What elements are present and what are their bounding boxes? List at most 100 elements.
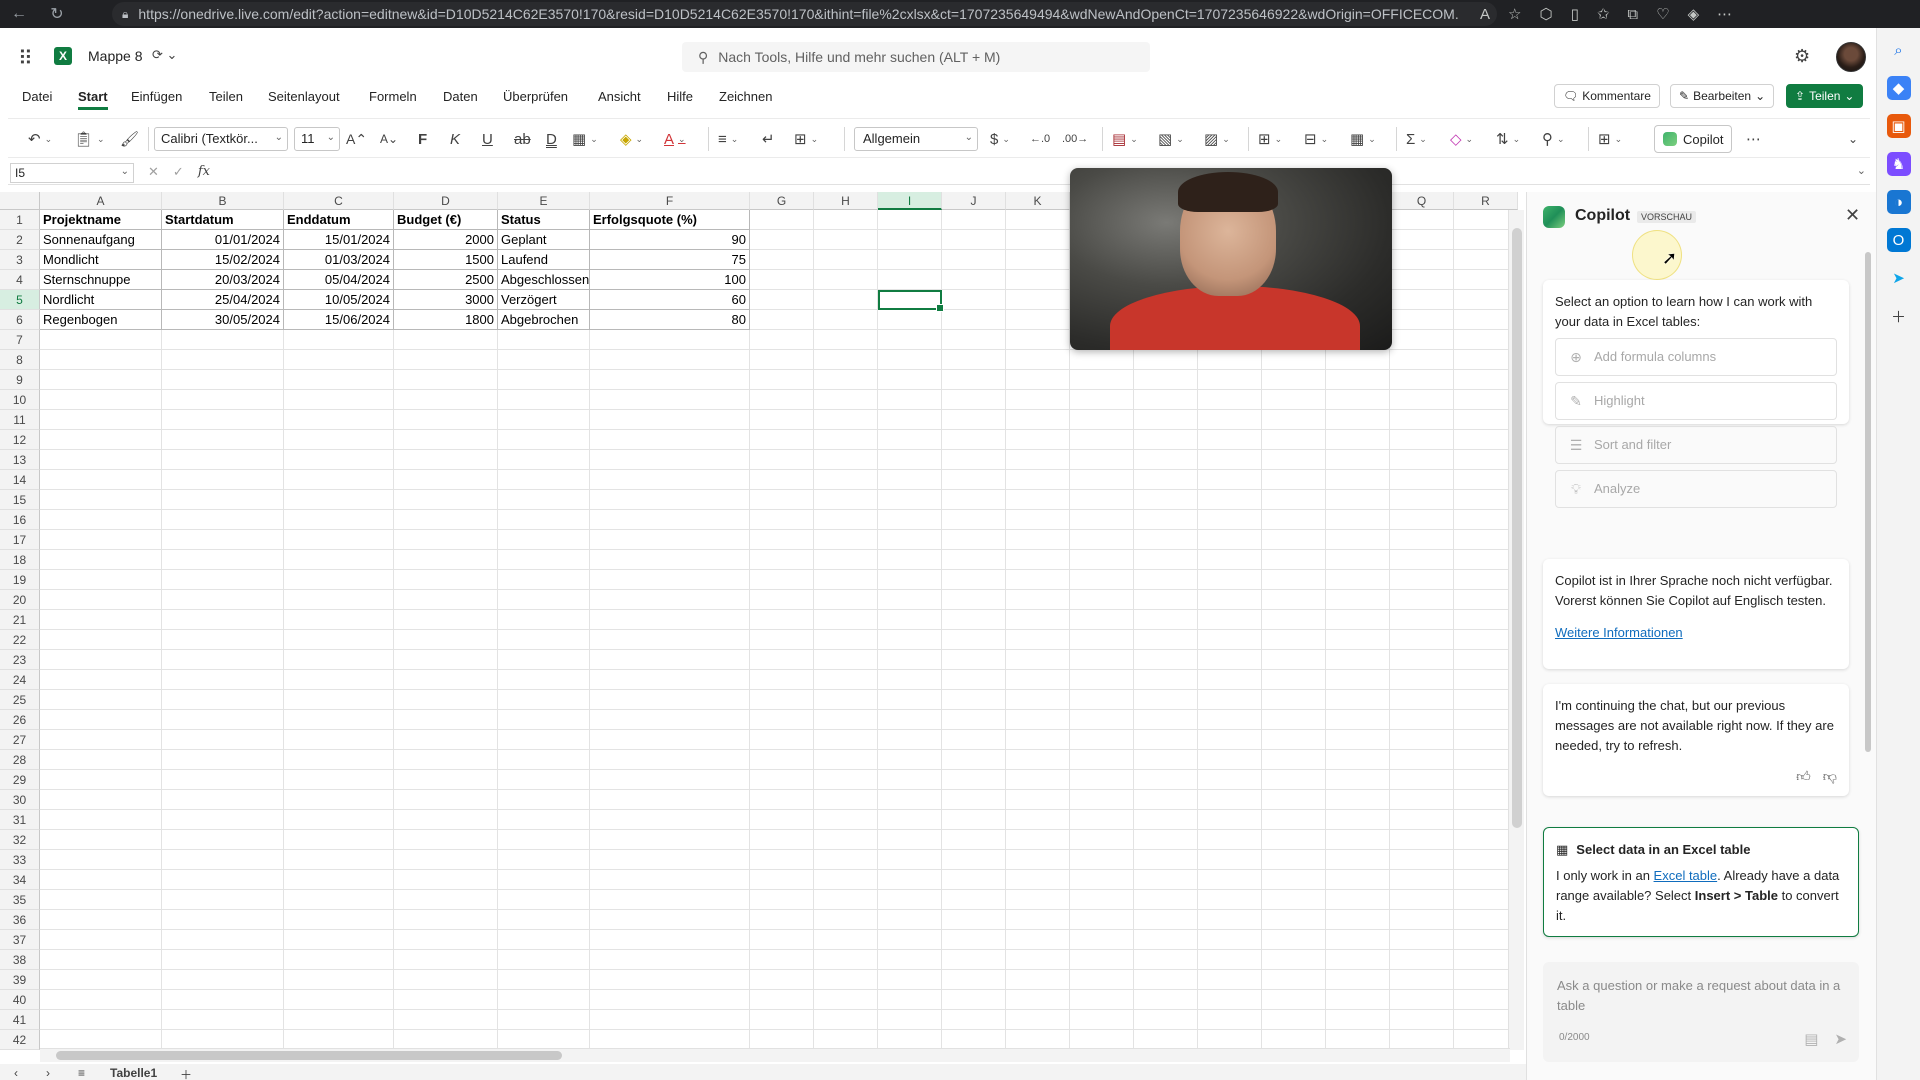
table-cell[interactable] [1262, 950, 1326, 970]
row-header[interactable]: 17 [0, 530, 40, 550]
row-header[interactable]: 10 [0, 390, 40, 410]
analyze-button[interactable]: 💡︎ Analyze [1555, 470, 1837, 508]
table-cell[interactable] [878, 930, 942, 950]
table-cell[interactable] [1006, 290, 1070, 310]
row-header[interactable]: 5 [0, 290, 40, 310]
row-header[interactable]: 41 [0, 1010, 40, 1030]
table-cell[interactable] [1262, 410, 1326, 430]
table-cell[interactable] [1390, 610, 1454, 630]
table-cell[interactable] [750, 330, 814, 350]
table-cell[interactable] [942, 930, 1006, 950]
fill-color-icon[interactable]: ◈ ⌄ [620, 128, 643, 150]
table-cell[interactable] [1006, 710, 1070, 730]
table-cell[interactable] [40, 790, 162, 810]
tab-start[interactable]: Start [78, 86, 108, 110]
table-cell[interactable] [942, 590, 1006, 610]
table-cell[interactable] [878, 450, 942, 470]
table-cell[interactable] [1262, 930, 1326, 950]
table-cell[interactable] [40, 710, 162, 730]
table-cell[interactable] [1070, 550, 1134, 570]
scroll-thumb[interactable] [56, 1051, 562, 1060]
table-cell[interactable] [1134, 610, 1198, 630]
table-cell[interactable] [1134, 350, 1198, 370]
table-cell[interactable] [590, 910, 750, 930]
table-cell[interactable]: 75 [590, 250, 750, 270]
row-header[interactable]: 18 [0, 550, 40, 570]
table-cell[interactable] [590, 670, 750, 690]
table-cell[interactable] [284, 470, 394, 490]
table-cell[interactable] [498, 750, 590, 770]
table-cell[interactable] [942, 910, 1006, 930]
table-cell[interactable] [40, 850, 162, 870]
games-icon[interactable]: ♞ [1886, 152, 1911, 176]
font-family-select[interactable]: Calibri (Textkör... ⌄ [154, 127, 288, 151]
table-cell[interactable] [498, 430, 590, 450]
table-cell[interactable] [1006, 550, 1070, 570]
table-cell[interactable] [1134, 410, 1198, 430]
table-cell[interactable]: 100 [590, 270, 750, 290]
table-cell[interactable] [1006, 610, 1070, 630]
table-cell[interactable] [1006, 390, 1070, 410]
table-cell[interactable] [942, 230, 1006, 250]
table-cell[interactable] [942, 610, 1006, 630]
table-cell[interactable] [162, 710, 284, 730]
table-cell[interactable] [1390, 210, 1454, 230]
table-cell[interactable] [394, 450, 498, 470]
column-header-k[interactable]: K [1006, 192, 1070, 210]
table-cell[interactable] [1198, 570, 1262, 590]
table-cell[interactable] [942, 470, 1006, 490]
table-cell[interactable] [942, 650, 1006, 670]
table-cell[interactable] [1198, 450, 1262, 470]
table-cell[interactable] [162, 990, 284, 1010]
edit-mode-button[interactable]: ✎ Bearbeiten ⌄ [1670, 84, 1775, 108]
table-cell[interactable] [40, 690, 162, 710]
table-cell[interactable] [40, 970, 162, 990]
table-cell[interactable] [878, 350, 942, 370]
table-cell[interactable] [40, 550, 162, 570]
table-cell[interactable] [1262, 890, 1326, 910]
table-cell[interactable] [284, 730, 394, 750]
table-cell[interactable] [1390, 850, 1454, 870]
horizontal-scrollbar[interactable] [40, 1048, 1510, 1062]
table-cell[interactable] [942, 950, 1006, 970]
table-cell[interactable] [814, 750, 878, 770]
table-cell[interactable] [1390, 690, 1454, 710]
table-cell[interactable] [498, 610, 590, 630]
table-cell[interactable] [1390, 870, 1454, 890]
table-cell[interactable] [1198, 910, 1262, 930]
table-cell[interactable] [1262, 770, 1326, 790]
table-cell[interactable] [1262, 870, 1326, 890]
table-cell[interactable] [942, 390, 1006, 410]
undo-icon[interactable]: ↶ ⌄ [28, 128, 52, 150]
table-cell[interactable] [942, 870, 1006, 890]
increase-font-icon[interactable]: A⌃ [346, 128, 367, 150]
table-cell[interactable] [394, 570, 498, 590]
table-cell[interactable] [284, 450, 394, 470]
row-header[interactable]: 13 [0, 450, 40, 470]
table-cell[interactable] [942, 370, 1006, 390]
table-cell[interactable] [1006, 330, 1070, 350]
table-cell[interactable] [284, 370, 394, 390]
tab-hilfe[interactable]: Hilfe [667, 86, 693, 110]
table-cell[interactable] [1390, 390, 1454, 410]
double-underline-button[interactable]: D [546, 128, 557, 150]
table-cell[interactable] [394, 750, 498, 770]
table-cell[interactable] [498, 650, 590, 670]
decrease-font-icon[interactable]: A⌄ [380, 128, 398, 150]
table-cell[interactable] [942, 270, 1006, 290]
table-cell[interactable] [1134, 670, 1198, 690]
shopping-icon[interactable]: ◆ [1886, 76, 1911, 100]
table-cell[interactable] [498, 370, 590, 390]
format-cells-icon[interactable]: ▦ ⌄ [1350, 128, 1376, 150]
copilot-ribbon-button[interactable]: Copilot [1654, 125, 1733, 153]
table-cell[interactable] [1326, 830, 1390, 850]
table-cell[interactable] [40, 470, 162, 490]
table-cell[interactable] [1070, 350, 1134, 370]
table-cell[interactable] [394, 890, 498, 910]
table-cell[interactable] [942, 550, 1006, 570]
expand-formula-icon[interactable]: ⌄ [1857, 164, 1866, 177]
copilot-browser-icon[interactable]: ◈ [1688, 5, 1700, 23]
row-header[interactable]: 4 [0, 270, 40, 290]
table-cell[interactable] [750, 610, 814, 630]
row-header[interactable]: 22 [0, 630, 40, 650]
